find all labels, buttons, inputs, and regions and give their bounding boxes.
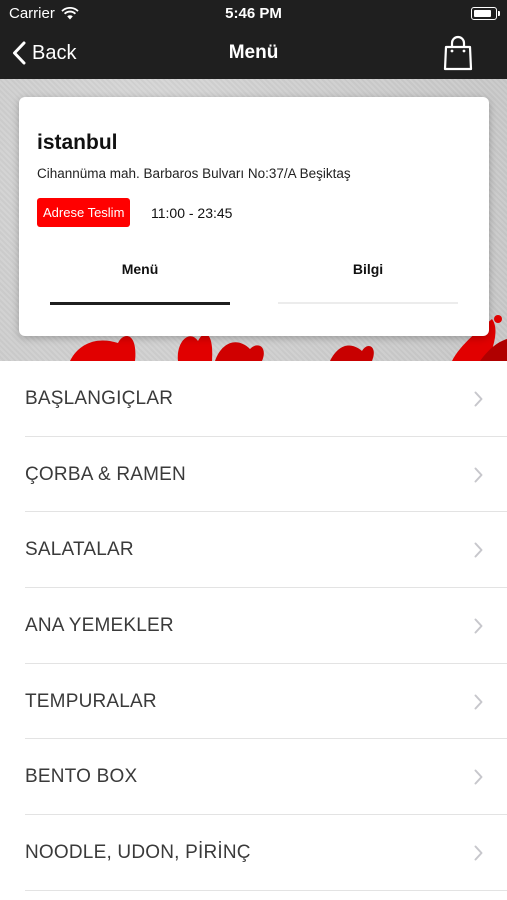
list-item[interactable]: ANA YEMEKLER (0, 588, 507, 664)
category-label: TEMPURALAR (25, 690, 157, 712)
opening-hours: 11:00 - 23:45 (151, 205, 233, 221)
category-label: ÇORBA & RAMEN (25, 463, 186, 485)
chevron-right-icon (474, 391, 483, 407)
status-bar: Carrier 5:46 PM (0, 0, 507, 28)
navigation-bar: Back Menü (0, 28, 507, 79)
chevron-right-icon (474, 769, 483, 785)
category-label: ANA YEMEKLER (25, 615, 174, 637)
page-title: Menü (228, 42, 279, 63)
chevron-right-icon (474, 542, 483, 558)
list-item[interactable]: BAŞLANGIÇLAR (0, 361, 507, 437)
menu-category-list: BAŞLANGIÇLAR ÇORBA & RAMEN SALATALAR ANA… (0, 361, 507, 891)
chevron-right-icon (474, 618, 483, 634)
chevron-right-icon (474, 845, 483, 861)
chevron-right-icon (474, 467, 483, 483)
status-time: 5:46 PM (225, 5, 282, 22)
restaurant-address: Cihannüma mah. Barbaros Bulvarı No:37/A … (37, 166, 351, 181)
tab-info[interactable]: Bilgi (278, 261, 458, 277)
category-label: BENTO BOX (25, 766, 138, 788)
list-item[interactable]: NOODLE, UDON, PİRİNÇ (0, 815, 507, 891)
restaurant-info-card: istanbul Cihannüma mah. Barbaros Bulvarı… (19, 97, 489, 336)
restaurant-name: istanbul (37, 131, 118, 154)
list-item[interactable]: TEMPURALAR (0, 663, 507, 740)
delivery-badge: Adrese Teslim (37, 198, 131, 227)
category-label: SALATALAR (25, 539, 134, 561)
category-label: NOODLE, UDON, PİRİNÇ (25, 842, 251, 864)
shopping-bag-icon (443, 35, 473, 71)
cart-button[interactable] (443, 35, 473, 71)
list-item[interactable]: BENTO BOX (0, 739, 507, 816)
list-item[interactable]: SALATALAR (0, 512, 507, 589)
category-label: BAŞLANGIÇLAR (25, 388, 174, 409)
battery-icon (471, 7, 500, 20)
tab-menu[interactable]: Menü (50, 261, 230, 277)
chevron-right-icon (474, 694, 483, 710)
tab-info-indicator (278, 302, 458, 304)
list-item[interactable]: ÇORBA & RAMEN (0, 436, 507, 513)
tab-menu-indicator (50, 302, 230, 305)
